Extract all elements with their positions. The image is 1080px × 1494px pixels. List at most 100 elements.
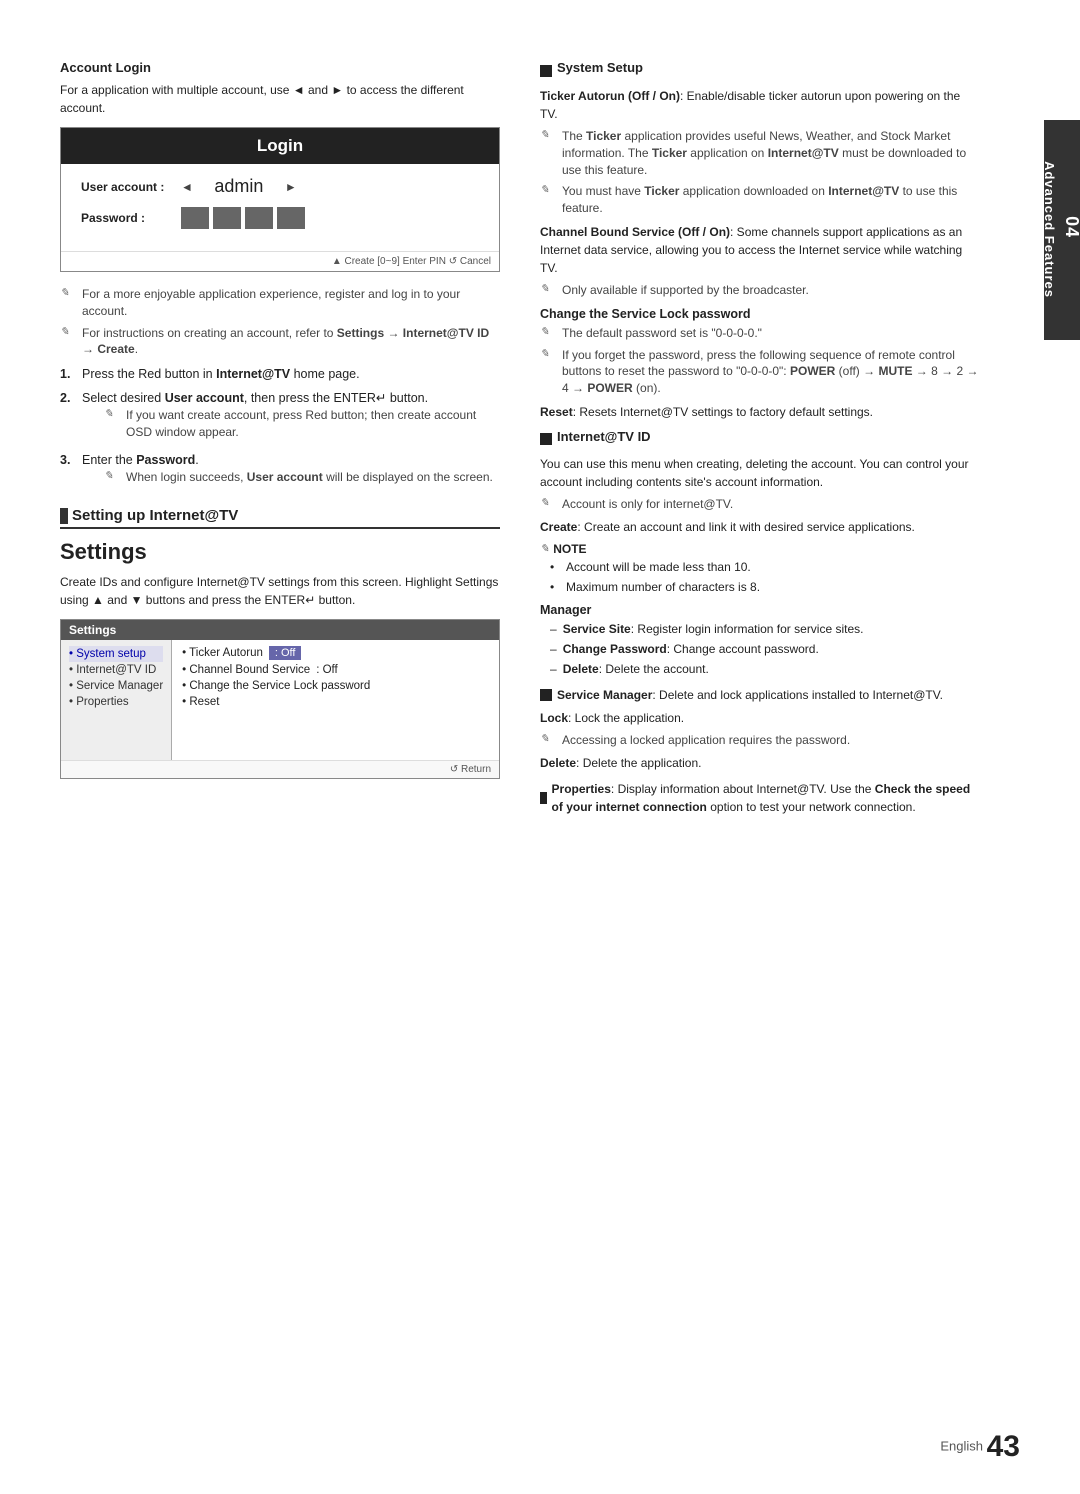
settings-main-heading: Settings xyxy=(60,539,500,565)
settings-change-lock: • Change the Service Lock password xyxy=(182,680,489,692)
settings-menu-properties[interactable]: • Properties xyxy=(69,694,163,710)
manager-heading: Manager xyxy=(540,603,980,617)
dash-3: – xyxy=(550,661,557,678)
ticker-note-2-icon: ✎ xyxy=(540,183,558,217)
settings-path: Settings → Internet@TV ID → Create xyxy=(82,326,489,357)
password-box-2 xyxy=(213,207,241,229)
chapter-label: Advanced Features xyxy=(1042,162,1057,299)
steps-list: 1. Press the Red button in Internet@TV h… xyxy=(60,366,500,491)
system-setup-heading: System Setup xyxy=(557,60,643,75)
channel-bound-desc: Channel Bound Service (Off / On): Some c… xyxy=(540,223,980,277)
step-2-note-text: If you want create account, press Red bu… xyxy=(126,407,500,441)
page-footer: English 43 xyxy=(940,1430,1020,1464)
change-lock-note-1: ✎ The default password set is "0-0-0-0." xyxy=(540,325,980,342)
change-lock-note-1-icon: ✎ xyxy=(540,325,558,342)
channel-bound-note-icon: ✎ xyxy=(540,282,558,299)
step-1: 1. Press the Red button in Internet@TV h… xyxy=(60,366,500,384)
internet-tv-id-heading: Internet@TV ID xyxy=(557,429,651,444)
lock-note: ✎ Accessing a locked application require… xyxy=(540,732,980,749)
login-box-title: Login xyxy=(61,128,499,164)
ticker-note-1: ✎ The Ticker application provides useful… xyxy=(540,128,980,178)
note-bullet-2-dot: • xyxy=(550,579,560,596)
dash-2: – xyxy=(550,641,557,658)
note-line-1: ✎ For a more enjoyable application exper… xyxy=(60,286,500,320)
step-3: 3. Enter the Password. ✎ When login succ… xyxy=(60,452,500,491)
settings-menu-service-manager[interactable]: • Service Manager xyxy=(69,678,163,694)
arrow-left-icon[interactable]: ◄ xyxy=(181,180,193,194)
settings-left-menu: • System setup • Internet@TV ID • Servic… xyxy=(61,640,172,760)
settings-reset: • Reset xyxy=(182,696,489,708)
lock-desc: Lock: Lock the application. xyxy=(540,709,980,727)
settings-channel-bound: • Channel Bound Service : Off xyxy=(182,664,489,676)
side-tab: 04 Advanced Features xyxy=(1044,120,1080,340)
settings-description: Create IDs and configure Internet@TV set… xyxy=(60,573,500,609)
ticker-note-1-icon: ✎ xyxy=(540,128,558,178)
footer-lang: English xyxy=(940,1438,983,1453)
settings-menu-internet-tv-id[interactable]: • Internet@TV ID xyxy=(69,662,163,678)
page-number: 43 xyxy=(987,1430,1020,1463)
note-bullet-1-dot: • xyxy=(550,559,560,576)
channel-bound-note: ✎ Only available if supported by the bro… xyxy=(540,282,980,299)
password-box-3 xyxy=(245,207,273,229)
step-3-note-text: When login succeeds, User account will b… xyxy=(126,469,493,486)
setting-up-heading: Setting up Internet@TV xyxy=(72,507,238,524)
delete-desc: Delete: Delete the application. xyxy=(540,754,980,772)
dash-1: – xyxy=(550,621,557,638)
settings-footer: ↺ Return xyxy=(61,760,499,778)
system-setup-square-icon xyxy=(540,65,552,77)
note-icon-1: ✎ xyxy=(60,286,78,320)
note-icon-2: ✎ xyxy=(60,325,78,359)
note-bullet-1: • Account will be made less than 10. xyxy=(540,559,980,576)
note-text-1: For a more enjoyable application experie… xyxy=(82,286,500,320)
step-2-text: Select desired User account, then press … xyxy=(82,391,428,405)
service-manager-desc: Service Manager: Delete and lock applica… xyxy=(557,686,943,704)
internet-tv-id-square-icon xyxy=(540,433,552,445)
note-box-title: NOTE xyxy=(553,542,586,556)
step-2: 2. Select desired User account, then pre… xyxy=(60,390,500,446)
change-lock-heading: Change the Service Lock password xyxy=(540,307,980,321)
step-2-note: ✎ If you want create account, press Red … xyxy=(104,407,500,441)
settings-right-content: • Ticker Autorun : Off • Channel Bound S… xyxy=(172,640,499,760)
internet-tv-id-note: ✎ Account is only for internet@TV. xyxy=(540,496,980,513)
change-lock-note-2-icon: ✎ xyxy=(540,347,558,397)
arrow-right-icon[interactable]: ► xyxy=(285,180,297,194)
login-box: Login User account : ◄ admin ► Password … xyxy=(60,127,500,272)
setting-up-bar xyxy=(60,508,68,524)
ticker-autorun-label: • Ticker Autorun xyxy=(182,647,263,659)
settings-box: Settings • System setup • Internet@TV ID… xyxy=(60,619,500,779)
note-box: ✎ NOTE • Account will be made less than … xyxy=(540,542,980,596)
account-login-description: For a application with multiple account,… xyxy=(60,81,500,117)
chapter-number: 04 xyxy=(1061,216,1080,238)
step-1-num: 1. xyxy=(60,366,76,384)
internet-tv-id-note-icon: ✎ xyxy=(540,496,558,513)
account-login-heading: Account Login xyxy=(60,60,500,75)
note-bullet-2: • Maximum number of characters is 8. xyxy=(540,579,980,596)
step-3-num: 3. xyxy=(60,452,76,491)
ticker-autorun-desc: Ticker Autorun (Off / On): Enable/disabl… xyxy=(540,87,980,123)
login-footer: ▲ Create [0~9] Enter PIN ↺ Cancel xyxy=(61,251,499,271)
create-desc: Create: Create an account and link it wi… xyxy=(540,518,980,536)
password-box-4 xyxy=(277,207,305,229)
left-column: Account Login For a application with mul… xyxy=(60,60,500,1434)
user-account-label: User account : xyxy=(81,180,181,194)
channel-bound-label: • Channel Bound Service xyxy=(182,664,310,676)
password-label: Password : xyxy=(81,211,181,225)
change-lock-note-2: ✎ If you forget the password, press the … xyxy=(540,347,980,397)
service-manager-square-icon xyxy=(540,689,552,701)
internet-tv-id-desc: You can use this menu when creating, del… xyxy=(540,455,980,491)
note-line-2: ✎ For instructions on creating an accoun… xyxy=(60,325,500,359)
settings-ticker-autorun: • Ticker Autorun : Off xyxy=(182,646,489,660)
properties-desc: Properties: Display information about In… xyxy=(552,780,980,816)
ticker-note-2: ✎ You must have Ticker application downl… xyxy=(540,183,980,217)
step-3-note: ✎ When login succeeds, User account will… xyxy=(104,469,493,486)
lock-note-icon: ✎ xyxy=(540,732,558,749)
step-2-num: 2. xyxy=(60,390,76,446)
manager-item-3: – Delete: Delete the account. xyxy=(540,661,980,678)
channel-bound-value: : Off xyxy=(316,664,338,676)
note-box-icon: ✎ xyxy=(540,542,549,555)
step-1-text: Press the Red button in Internet@TV home… xyxy=(82,366,360,384)
settings-menu-system-setup[interactable]: • System setup xyxy=(69,646,163,662)
user-account-value: admin xyxy=(199,176,279,197)
step-3-text: Enter the Password. xyxy=(82,453,199,467)
step-2-note-icon: ✎ xyxy=(104,407,122,441)
